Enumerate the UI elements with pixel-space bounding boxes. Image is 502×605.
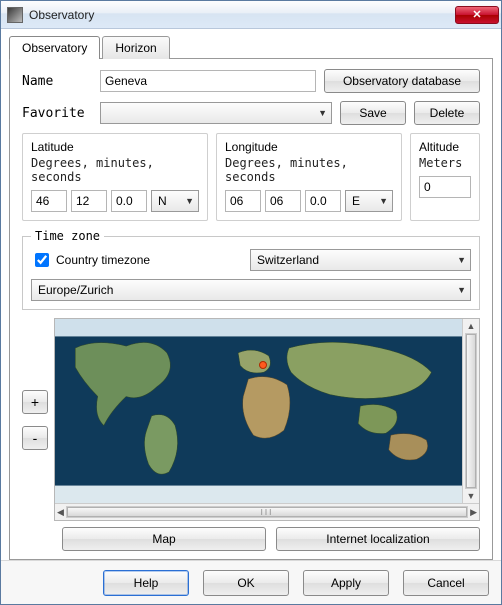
internet-localization-button[interactable]: Internet localization <box>276 527 480 551</box>
latitude-group: Latitude Degrees, minutes, seconds N ▼ <box>22 133 208 221</box>
lon-sec-input[interactable] <box>305 190 341 212</box>
chevron-down-icon: ▼ <box>457 255 466 265</box>
cancel-button[interactable]: Cancel <box>403 570 489 596</box>
country-timezone-text: Country timezone <box>56 253 150 267</box>
map-viewport[interactable] <box>55 319 462 503</box>
save-button[interactable]: Save <box>340 101 406 125</box>
name-input[interactable] <box>100 70 316 92</box>
lat-deg-input[interactable] <box>31 190 67 212</box>
altitude-title: Altitude <box>419 140 471 154</box>
name-label: Name <box>22 74 92 89</box>
world-map-image <box>55 319 462 503</box>
titlebar: Observatory ✕ <box>1 1 501 29</box>
altitude-group: Altitude Meters <box>410 133 480 221</box>
favorite-label: Favorite <box>22 106 92 121</box>
location-marker-icon <box>259 361 267 369</box>
tabstrip: Observatory Horizon <box>9 35 493 58</box>
lon-hemi-value: E <box>352 194 360 208</box>
map-frame: ▲ ▼ ◀ III ▶ <box>54 318 480 521</box>
apply-button[interactable]: Apply <box>303 570 389 596</box>
help-button[interactable]: Help <box>103 570 189 596</box>
longitude-title: Longitude <box>225 140 393 154</box>
chevron-down-icon: ▼ <box>185 196 194 206</box>
map-horizontal-scrollbar[interactable]: ◀ III ▶ <box>55 503 479 520</box>
scroll-right-icon[interactable]: ▶ <box>470 507 477 518</box>
lon-deg-input[interactable] <box>225 190 261 212</box>
tab-page-observatory: Name Observatory database Favorite ▼ Sav… <box>9 58 493 560</box>
zoom-out-button[interactable]: - <box>22 426 48 450</box>
scroll-thumb[interactable]: III <box>67 507 467 517</box>
chevron-down-icon: ▼ <box>379 196 388 206</box>
latitude-title: Latitude <box>31 140 199 154</box>
chevron-down-icon: ▼ <box>318 108 327 118</box>
tab-horizon[interactable]: Horizon <box>102 36 169 59</box>
observatory-database-button[interactable]: Observatory database <box>324 69 480 93</box>
country-value: Switzerland <box>257 253 319 267</box>
scroll-left-icon[interactable]: ◀ <box>57 507 64 518</box>
ok-button[interactable]: OK <box>203 570 289 596</box>
timezone-group: Time zone Country timezone Switzerland ▼… <box>22 229 480 310</box>
country-timezone-checkbox[interactable] <box>35 253 49 267</box>
tab-observatory[interactable]: Observatory <box>9 36 100 59</box>
app-icon <box>7 7 23 23</box>
country-timezone-checkbox-label[interactable]: Country timezone <box>31 250 240 270</box>
latitude-subtitle: Degrees, minutes, seconds <box>31 156 199 184</box>
lon-hemi-combo[interactable]: E ▼ <box>345 190 393 212</box>
scroll-up-icon[interactable]: ▲ <box>467 321 476 331</box>
close-button[interactable]: ✕ <box>455 6 499 24</box>
map-button[interactable]: Map <box>62 527 266 551</box>
favorite-combo[interactable]: ▼ <box>100 102 332 124</box>
altitude-input[interactable] <box>419 176 471 198</box>
window-title: Observatory <box>29 8 455 22</box>
timezone-combo[interactable]: Europe/Zurich ▼ <box>31 279 471 301</box>
lon-min-input[interactable] <box>265 190 301 212</box>
delete-button[interactable]: Delete <box>414 101 480 125</box>
lat-hemi-value: N <box>158 194 167 208</box>
timezone-value: Europe/Zurich <box>38 283 113 297</box>
chevron-down-icon: ▼ <box>457 285 466 295</box>
scroll-down-icon[interactable]: ▼ <box>467 491 476 501</box>
country-combo[interactable]: Switzerland ▼ <box>250 249 471 271</box>
timezone-legend: Time zone <box>31 229 104 243</box>
longitude-group: Longitude Degrees, minutes, seconds E ▼ <box>216 133 402 221</box>
zoom-in-button[interactable]: + <box>22 390 48 414</box>
map-vertical-scrollbar[interactable]: ▲ ▼ <box>462 319 479 503</box>
dialog-button-bar: Help OK Apply Cancel <box>1 560 501 604</box>
longitude-subtitle: Degrees, minutes, seconds <box>225 156 393 184</box>
altitude-subtitle: Meters <box>419 156 471 170</box>
lat-min-input[interactable] <box>71 190 107 212</box>
lat-sec-input[interactable] <box>111 190 147 212</box>
lat-hemi-combo[interactable]: N ▼ <box>151 190 199 212</box>
